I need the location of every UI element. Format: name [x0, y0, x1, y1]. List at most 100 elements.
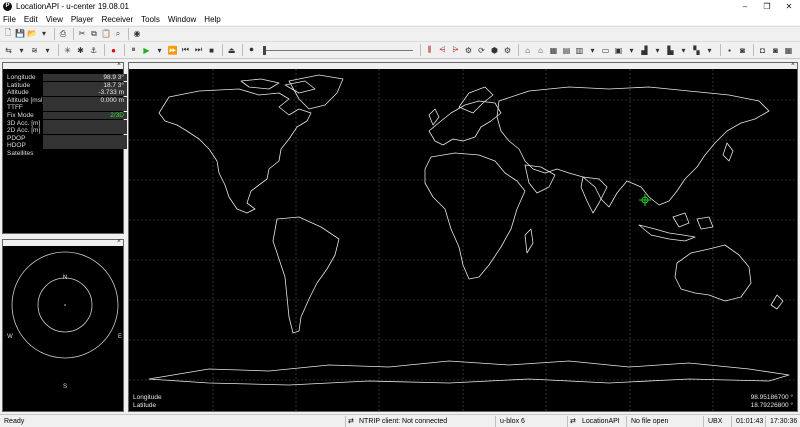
antenna-icon[interactable]: ⚓: [88, 45, 99, 56]
toolbar-separator: [58, 44, 59, 56]
dropdown-arrow-icon[interactable]: ▾: [704, 45, 715, 56]
toolbar-separator: [73, 27, 74, 40]
player-toolbar: ⇆ ▾ ≋ ▾ ✳ ✱ ⚓ ● ⏸ ▶ ▾ ⏩ ⏮ ⏭ ■ ⏏ ⏺ ⫼ ⩤ ⩥ …: [0, 41, 800, 59]
house-icon[interactable]: ⌂: [522, 45, 533, 56]
pause-icon[interactable]: ⏸: [128, 45, 139, 56]
menu-file[interactable]: File: [3, 15, 16, 24]
building-icon[interactable]: ▦: [548, 45, 559, 56]
gear-icon[interactable]: ⚙: [502, 45, 513, 56]
status-elapsed: 01:01:43: [731, 416, 765, 427]
slider-thumb[interactable]: [263, 46, 266, 55]
table-icon[interactable]: ▦: [783, 45, 794, 56]
south-america-outline: [272, 216, 340, 334]
spectrum-icon[interactable]: ▚: [691, 45, 702, 56]
close-button[interactable]: ✕: [778, 0, 800, 13]
status-connection: LocationAPI: [582, 418, 620, 425]
map-latitude-label: Latitude: [133, 402, 157, 409]
sky-view-plot: N S E W: [7, 251, 122, 390]
connection-icon[interactable]: ⇆: [3, 45, 14, 56]
message-view-icon[interactable]: ⫼: [424, 45, 435, 56]
data-row-label: Longitude: [7, 74, 36, 81]
deviation-map-icon[interactable]: ▙: [665, 45, 676, 56]
japan-outline: [722, 142, 734, 162]
menu-window[interactable]: Window: [168, 15, 196, 24]
data-row-value: [43, 104, 127, 112]
data-row-value: [43, 134, 127, 142]
eject-icon[interactable]: ⏏: [226, 45, 237, 56]
compass-west: W: [7, 334, 13, 340]
step-back-icon[interactable]: ⏮: [180, 45, 191, 56]
copy-icon[interactable]: ⧉: [89, 29, 99, 39]
save-icon[interactable]: 💾: [15, 29, 25, 39]
data-row-label: 3D Acc. [m]: [7, 119, 41, 127]
window-layout-icon[interactable]: ▤: [561, 45, 572, 56]
dropdown-arrow-icon[interactable]: ▾: [16, 45, 27, 56]
print-icon[interactable]: ⎙: [58, 29, 68, 39]
sky-view-icon[interactable]: ◘: [757, 45, 768, 56]
baudrate-icon[interactable]: ≋: [29, 45, 40, 56]
close-icon[interactable]: ×: [117, 61, 121, 68]
minimize-button[interactable]: –: [734, 0, 756, 13]
new-file-icon[interactable]: 🗋: [3, 28, 13, 39]
packet-console-icon[interactable]: ⩤: [437, 45, 448, 56]
start-icon[interactable]: ⏺: [246, 45, 257, 56]
dropdown-arrow-icon[interactable]: ▾: [42, 45, 53, 56]
stop-icon[interactable]: ■: [206, 45, 217, 56]
dropdown-arrow-icon[interactable]: ▾: [626, 45, 637, 56]
binary-console-icon[interactable]: ⩥: [450, 45, 461, 56]
data-row-value: 18.7 3°: [43, 81, 127, 89]
open-folder-icon[interactable]: 📂: [27, 29, 37, 39]
play-icon[interactable]: ▶: [141, 45, 152, 56]
table-view-icon[interactable]: ▥: [574, 45, 585, 56]
data-row-value: 0.000 m: [43, 96, 127, 104]
cut-icon[interactable]: ✂: [77, 29, 87, 39]
poll-icon[interactable]: ⟳: [476, 45, 487, 56]
sky-view-pane: × N S E W: [2, 238, 124, 412]
menu-help[interactable]: Help: [204, 15, 220, 24]
close-icon[interactable]: ×: [117, 238, 121, 245]
configure-icon[interactable]: ⚙: [463, 45, 474, 56]
map-grid: [129, 69, 797, 411]
world-map: [129, 69, 797, 411]
menu-tools[interactable]: Tools: [141, 15, 160, 24]
paste-icon[interactable]: 📋: [101, 29, 111, 39]
dropdown-arrow-icon[interactable]: ▾: [154, 45, 165, 56]
playback-slider[interactable]: [263, 45, 413, 55]
close-icon[interactable]: ×: [791, 61, 795, 68]
step-forward-icon[interactable]: ⏭: [193, 45, 204, 56]
maximize-button[interactable]: ❐: [756, 0, 778, 13]
menu-player[interactable]: Player: [71, 15, 94, 24]
status-file: No file open: [626, 416, 703, 427]
find-icon[interactable]: ⌕: [113, 29, 123, 39]
autobaud-icon[interactable]: ✳: [62, 45, 73, 56]
camera-icon[interactable]: ◙: [737, 45, 748, 56]
toolbar-separator: [104, 44, 105, 56]
status-bar: Ready ⇄ NTRIP client: Not connected u-bl…: [0, 414, 800, 427]
debug-icon[interactable]: ✱: [75, 45, 86, 56]
record-log-icon[interactable]: ◉: [132, 29, 142, 39]
statistics-icon[interactable]: ⬢: [489, 45, 500, 56]
toolbar-separator: [518, 44, 519, 56]
dropdown-arrow-icon[interactable]: ▾: [652, 45, 663, 56]
chart-view-icon[interactable]: ▣: [613, 45, 624, 56]
docking-icon[interactable]: ▪: [724, 45, 735, 56]
layout-icon[interactable]: ▭: [600, 45, 611, 56]
data-row-value: 98.9 3°: [43, 74, 127, 81]
world-view-icon[interactable]: ◙: [770, 45, 781, 56]
toolbar-separator: [128, 27, 129, 40]
map-longitude-value: 98.95186700 °: [750, 394, 793, 401]
dropdown-arrow-icon[interactable]: ▾: [678, 45, 689, 56]
menu-edit[interactable]: Edit: [24, 15, 38, 24]
data-row-label: Fix Mode: [7, 112, 34, 119]
fast-forward-icon[interactable]: ⏩: [167, 45, 178, 56]
menu-view[interactable]: View: [46, 15, 63, 24]
position-marker: [639, 194, 651, 206]
pane-header: ×: [3, 61, 123, 69]
dropdown-arrow-icon[interactable]: ▾: [587, 45, 598, 56]
house-alt-icon[interactable]: ⌂: [535, 45, 546, 56]
histogram-icon[interactable]: ▟: [639, 45, 650, 56]
menu-receiver[interactable]: Receiver: [102, 15, 134, 24]
data-row-value: -3.733 m: [43, 89, 127, 97]
record-icon[interactable]: ●: [108, 45, 119, 56]
dropdown-arrow-icon[interactable]: ▾: [39, 29, 49, 39]
